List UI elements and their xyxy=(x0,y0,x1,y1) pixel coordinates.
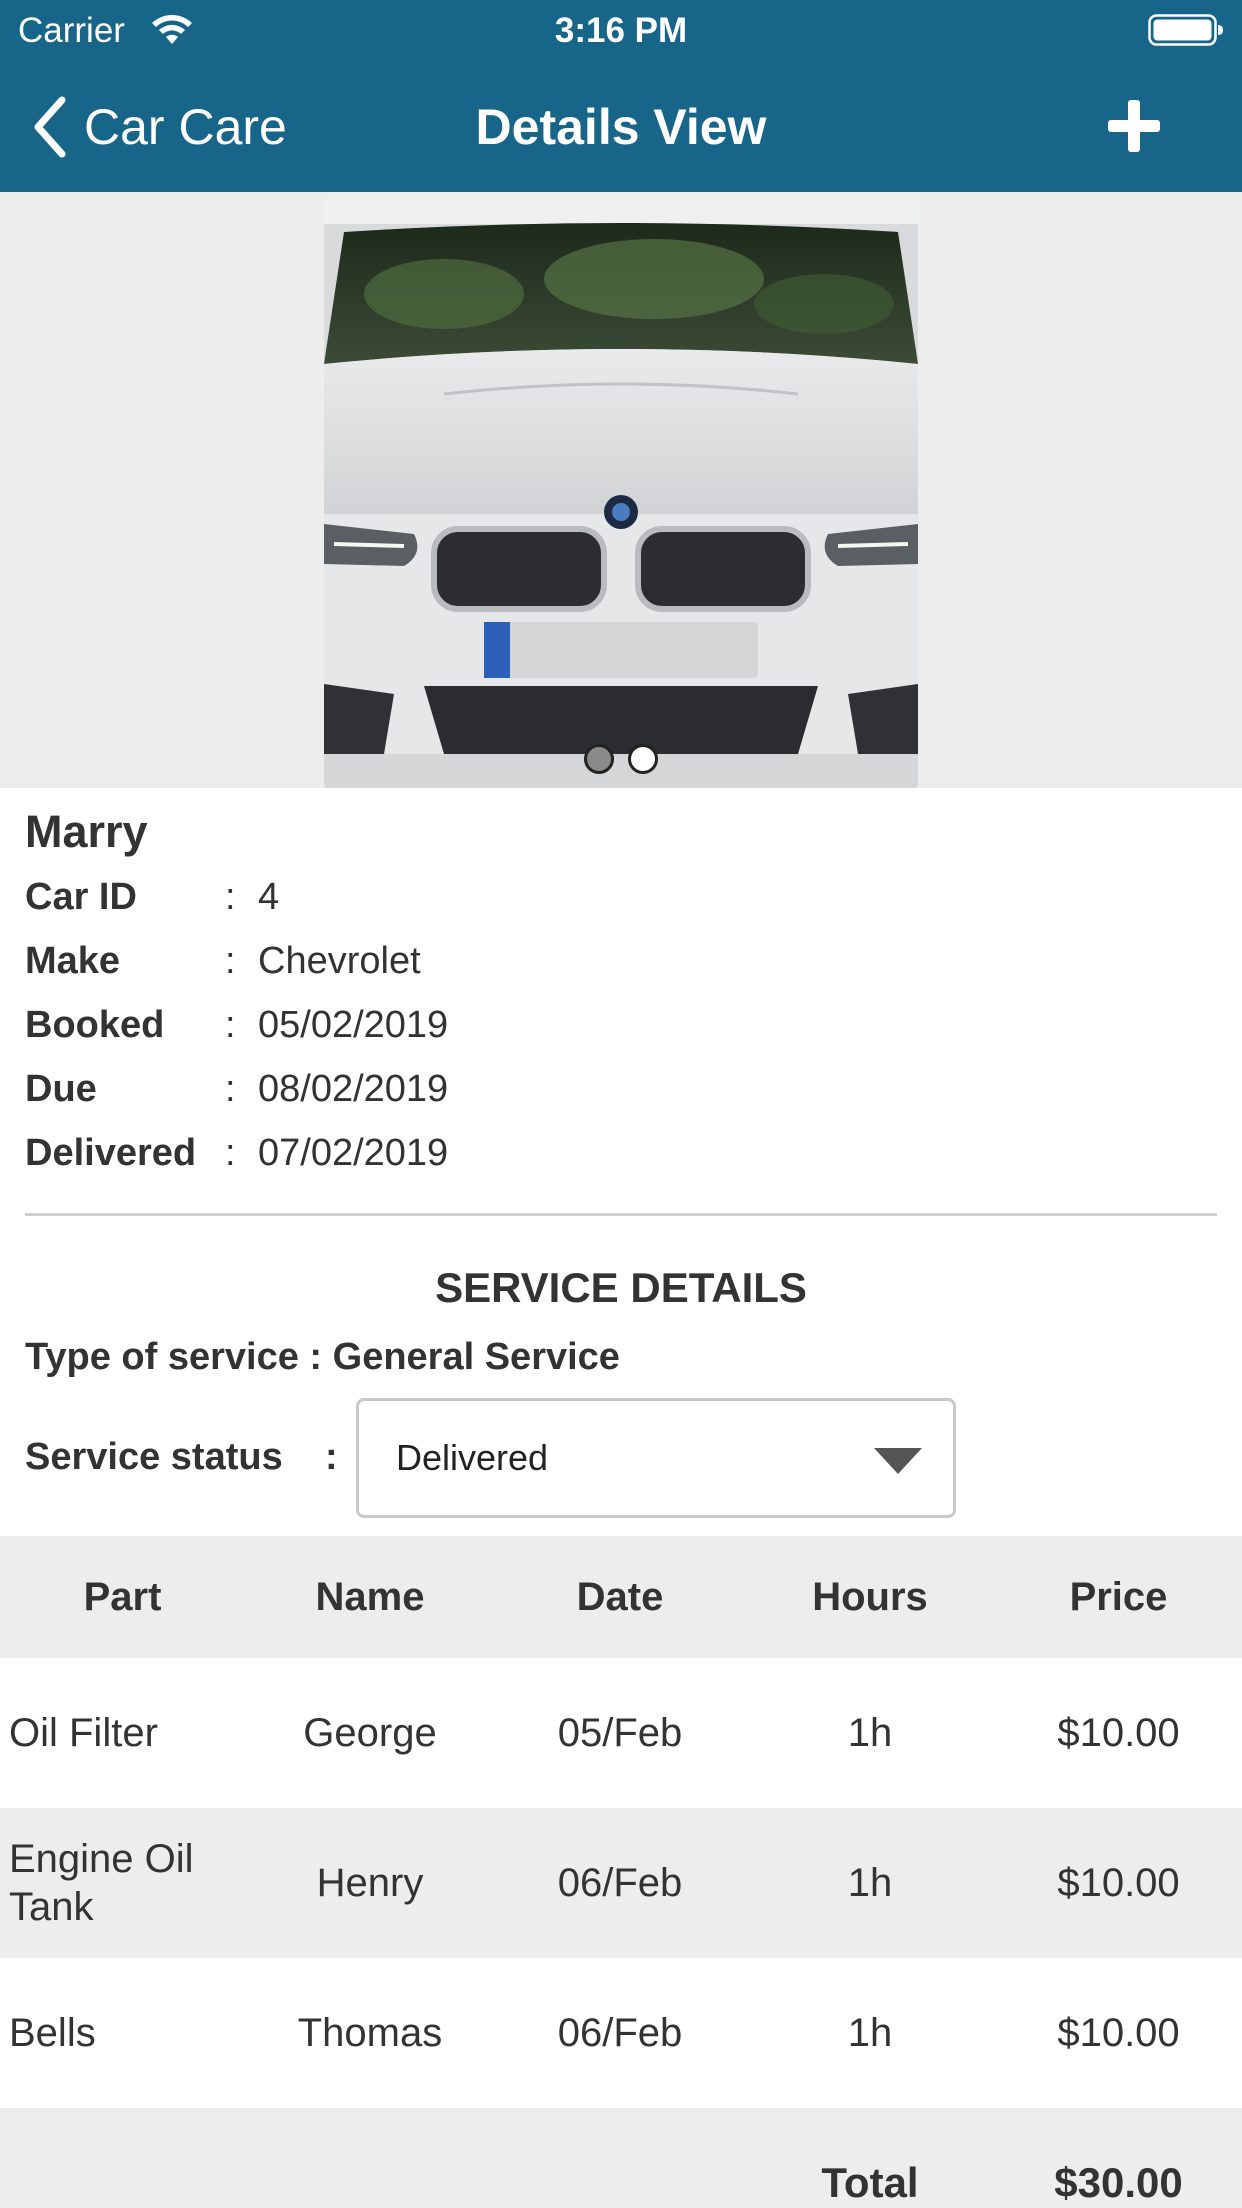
info-value: 07/02/2019 xyxy=(258,1132,449,1174)
info-label: Car ID xyxy=(25,876,137,918)
info-row-booked: Booked : 05/02/2019 xyxy=(25,1000,925,1050)
column-header-price: Price xyxy=(1069,1574,1168,1619)
navigation-bar: Carrier 3:16 PM Car Care Details View xyxy=(0,0,1242,192)
total-value: $30.00 xyxy=(1054,2159,1183,2206)
table-row[interactable]: Engine Oil Tank Henry 06/Feb 1h $10.00 xyxy=(0,1808,1242,1958)
service-status-colon: : xyxy=(325,1436,338,1478)
info-value: Chevrolet xyxy=(258,940,421,982)
hours-cell: 1h xyxy=(847,1710,893,1755)
column-header-name: Name xyxy=(315,1574,425,1619)
battery-icon xyxy=(1148,14,1223,46)
info-row-due: Due : 08/02/2019 xyxy=(25,1064,925,1114)
info-label: Booked xyxy=(25,1004,165,1046)
plus-icon[interactable] xyxy=(1104,96,1164,156)
table-header-row: Part Name Date Hours Price xyxy=(0,1536,1242,1658)
info-colon: : xyxy=(225,876,236,918)
info-value: 05/02/2019 xyxy=(258,1004,449,1046)
info-value: 4 xyxy=(258,876,280,918)
date-cell: 05/Feb xyxy=(557,1710,683,1755)
price-cell: $10.00 xyxy=(1057,2010,1180,2055)
image-gallery[interactable] xyxy=(0,192,1242,788)
column-header-part: Part xyxy=(83,1574,162,1619)
date-cell: 06/Feb xyxy=(557,1860,683,1905)
part-cell: Oil Filter xyxy=(9,1711,158,1755)
caret-down-icon xyxy=(874,1448,922,1474)
section-divider xyxy=(25,1213,1217,1216)
info-colon: : xyxy=(225,940,236,982)
table-row[interactable]: Bells Thomas 06/Feb 1h $10.00 xyxy=(0,1958,1242,2108)
info-label: Make xyxy=(25,940,121,982)
date-cell: 06/Feb xyxy=(557,2010,683,2055)
part-cell: Engine Oil Tank xyxy=(9,1837,194,1929)
table-row[interactable]: Oil Filter George 05/Feb 1h $10.00 xyxy=(0,1658,1242,1808)
back-button[interactable]: Car Care xyxy=(30,92,287,162)
table-total-row: Total $30.00 xyxy=(0,2108,1242,2208)
service-status-value: Delivered xyxy=(396,1437,549,1478)
part-cell: Bells xyxy=(9,2011,96,2055)
status-bar: Carrier 3:16 PM xyxy=(0,0,1242,62)
page-dot[interactable] xyxy=(584,744,614,774)
service-status-dropdown[interactable]: Delivered xyxy=(356,1398,956,1518)
price-cell: $10.00 xyxy=(1057,1710,1180,1755)
total-label: Total xyxy=(821,2159,919,2206)
back-button-label: Car Care xyxy=(84,99,287,155)
service-status-label: Service status xyxy=(25,1436,283,1478)
price-cell: $10.00 xyxy=(1057,1860,1180,1905)
info-label: Delivered xyxy=(25,1132,197,1174)
name-cell: Thomas xyxy=(297,2010,443,2055)
column-header-hours: Hours xyxy=(812,1574,928,1619)
info-colon: : xyxy=(225,1004,236,1046)
status-time: 3:16 PM xyxy=(554,11,688,50)
hours-cell: 1h xyxy=(847,1860,893,1905)
car-image xyxy=(324,194,918,788)
service-type: Type of service : General Service xyxy=(25,1336,620,1378)
info-value: 08/02/2019 xyxy=(258,1068,449,1110)
hours-cell: 1h xyxy=(847,2010,893,2055)
info-row-car-id: Car ID : 4 xyxy=(25,872,925,922)
owner-name: Marry xyxy=(25,806,148,857)
page-dot-current[interactable] xyxy=(628,744,658,774)
page-indicator[interactable] xyxy=(584,744,658,774)
name-cell: Henry xyxy=(316,1860,424,1905)
info-row-make: Make : Chevrolet xyxy=(25,936,925,986)
section-title: SERVICE DETAILS xyxy=(435,1264,807,1311)
info-label: Due xyxy=(25,1068,97,1110)
info-colon: : xyxy=(225,1132,236,1174)
chevron-left-icon xyxy=(34,96,66,158)
column-header-date: Date xyxy=(576,1574,664,1619)
car-photo[interactable] xyxy=(324,194,918,788)
name-cell: George xyxy=(303,1710,437,1755)
info-colon: : xyxy=(225,1068,236,1110)
info-row-delivered: Delivered : 07/02/2019 xyxy=(25,1128,925,1178)
